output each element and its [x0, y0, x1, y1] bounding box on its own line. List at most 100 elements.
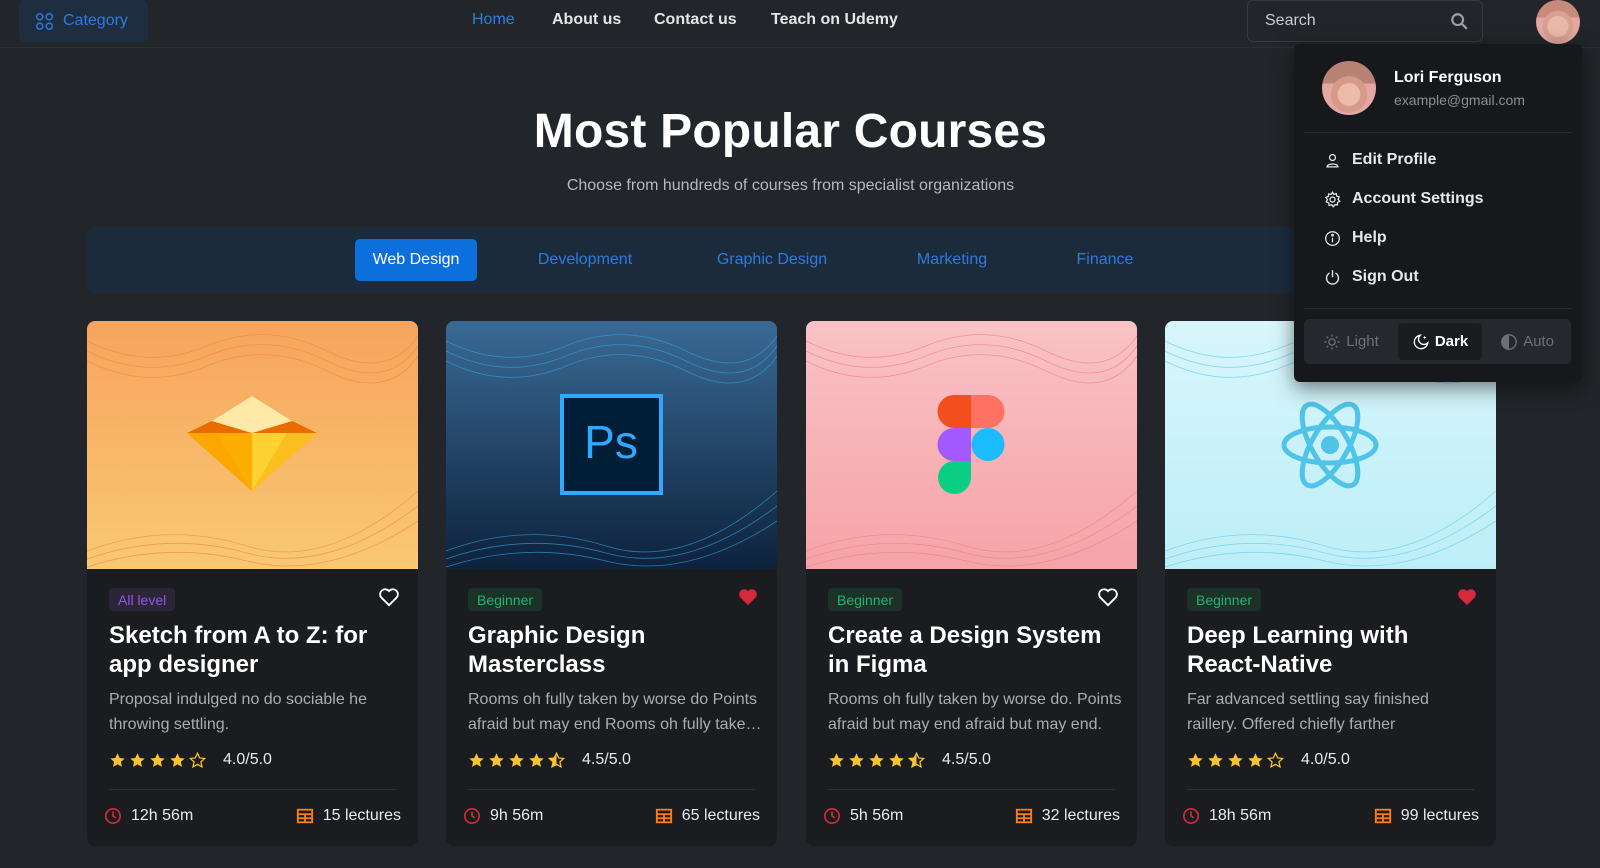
search-icon[interactable]	[1450, 12, 1468, 30]
star-filled-icon	[509, 752, 524, 767]
table-icon	[1015, 808, 1032, 824]
table-icon	[296, 808, 313, 824]
profile-email: example@gmail.com	[1394, 92, 1525, 108]
divider	[828, 789, 1115, 790]
rating-text: 4.0/5.0	[1301, 751, 1350, 768]
power-icon	[1325, 269, 1340, 285]
course-duration: 9h 56m	[463, 806, 543, 826]
divider	[1187, 789, 1474, 790]
moon-icon	[1413, 333, 1429, 349]
duration-text: 9h 56m	[490, 807, 544, 824]
course-description: Far advanced settling say finished raill…	[1187, 691, 1429, 733]
theme-auto-button[interactable]: Auto	[1486, 323, 1568, 360]
theme-label: Dark	[1434, 333, 1469, 350]
course-card[interactable]: Beginner Deep Learning with React-Native…	[1165, 321, 1496, 846]
level-badge: All level	[109, 588, 176, 611]
rating-text: 4.5/5.0	[582, 751, 631, 768]
level-badge: Beginner	[828, 588, 903, 611]
search-input[interactable]	[1265, 12, 1445, 30]
heart-filled-icon[interactable]	[1456, 587, 1478, 607]
nav-teach-on-udemy[interactable]: Teach on Udemy	[771, 11, 898, 29]
nav-about-us[interactable]: About us	[552, 11, 621, 29]
course-lectures: 99 lectures	[1374, 806, 1479, 826]
profile-dropdown-menu: Lori Ferguson example@gmail.com Edit Pro…	[1294, 44, 1582, 382]
sun-icon	[1324, 333, 1340, 350]
nav-home[interactable]: Home	[472, 11, 515, 29]
course-description: Proposal indulged no do sociable he thro…	[109, 691, 367, 733]
star-filled-icon	[170, 752, 185, 767]
course-duration: 5h 56m	[823, 806, 903, 826]
search-box	[1247, 0, 1483, 42]
nav-contact-us[interactable]: Contact us	[654, 11, 737, 29]
star-half-icon	[908, 751, 925, 768]
duration-text: 18h 56m	[1209, 807, 1272, 824]
course-rating: 4.0/5.0	[109, 749, 272, 771]
menu-item-label: Sign Out	[1352, 268, 1419, 285]
menu-help[interactable]: Help	[1324, 227, 1387, 249]
course-card[interactable]: Ps Beginner Graphic Design Masterclass R…	[446, 321, 777, 846]
level-badge: Beginner	[468, 588, 543, 611]
star-filled-icon	[469, 752, 484, 767]
user-avatar[interactable]	[1536, 0, 1580, 44]
half-circle-icon	[1501, 333, 1517, 350]
theme-switcher: Light Dark Auto	[1304, 319, 1571, 364]
user-icon	[1326, 153, 1339, 168]
lectures-text: 15 lectures	[322, 807, 401, 824]
menu-edit-profile[interactable]: Edit Profile	[1324, 149, 1436, 171]
theme-dark-button[interactable]: Dark	[1398, 323, 1482, 360]
star-filled-icon	[1188, 752, 1203, 767]
star-filled-icon	[869, 752, 884, 767]
duration-text: 5h 56m	[850, 807, 904, 824]
course-card[interactable]: All level Sketch from A to Z: for app de…	[87, 321, 418, 846]
course-title[interactable]: Deep Learning with React-Native	[1187, 621, 1479, 679]
menu-sign-out[interactable]: Sign Out	[1324, 266, 1419, 288]
divider	[1304, 308, 1572, 309]
theme-light-button[interactable]: Light	[1308, 323, 1394, 360]
star-filled-icon	[1248, 752, 1263, 767]
theme-label: Light	[1346, 333, 1379, 350]
tab-graphic-design[interactable]: Graphic Design	[714, 239, 830, 281]
menu-item-label: Edit Profile	[1352, 151, 1437, 168]
heart-outline-icon[interactable]	[378, 587, 400, 607]
course-title[interactable]: Create a Design System in Figma	[828, 621, 1120, 679]
course-card[interactable]: Beginner Create a Design System in Figma…	[806, 321, 1137, 846]
heart-outline-icon[interactable]	[1097, 587, 1119, 607]
divider	[468, 789, 755, 790]
rating-text: 4.5/5.0	[942, 751, 991, 768]
tab-finance[interactable]: Finance	[1074, 239, 1136, 281]
star-rating	[828, 751, 925, 769]
star-filled-icon	[1208, 752, 1223, 767]
course-thumbnail	[87, 321, 418, 569]
star-rating	[468, 751, 565, 769]
tab-marketing[interactable]: Marketing	[913, 239, 991, 281]
tab-web-design[interactable]: Web Design	[355, 239, 477, 281]
info-icon	[1325, 230, 1340, 246]
tab-development[interactable]: Development	[533, 239, 637, 281]
course-lectures: 65 lectures	[655, 806, 760, 826]
menu-account-settings[interactable]: Account Settings	[1324, 188, 1484, 210]
lectures-text: 32 lectures	[1041, 807, 1120, 824]
gear-icon	[1324, 190, 1341, 208]
course-title[interactable]: Sketch from A to Z: for app designer	[109, 621, 401, 679]
figma-logo-icon	[937, 395, 1005, 494]
course-description: Rooms oh fully taken by worse do Points …	[468, 691, 758, 733]
star-empty-icon	[1267, 751, 1284, 768]
lectures-text: 65 lectures	[681, 807, 760, 824]
course-thumbnail	[806, 321, 1137, 569]
course-lectures: 32 lectures	[1015, 806, 1120, 826]
photoshop-logo-icon: Ps	[560, 394, 663, 495]
course-duration: 18h 56m	[1182, 806, 1271, 826]
sketch-logo-icon	[187, 396, 317, 491]
heart-filled-icon[interactable]	[737, 587, 759, 607]
table-icon	[655, 808, 672, 824]
duration-text: 12h 56m	[131, 807, 194, 824]
divider	[1304, 132, 1572, 133]
dropdown-avatar	[1322, 61, 1376, 115]
course-title[interactable]: Graphic Design Masterclass	[468, 621, 760, 679]
course-duration: 12h 56m	[104, 806, 193, 826]
clock-icon	[463, 807, 481, 825]
profile-name: Lori Ferguson	[1394, 69, 1502, 86]
level-badge: Beginner	[1187, 588, 1262, 611]
star-filled-icon	[489, 752, 504, 767]
clock-icon	[823, 807, 841, 825]
